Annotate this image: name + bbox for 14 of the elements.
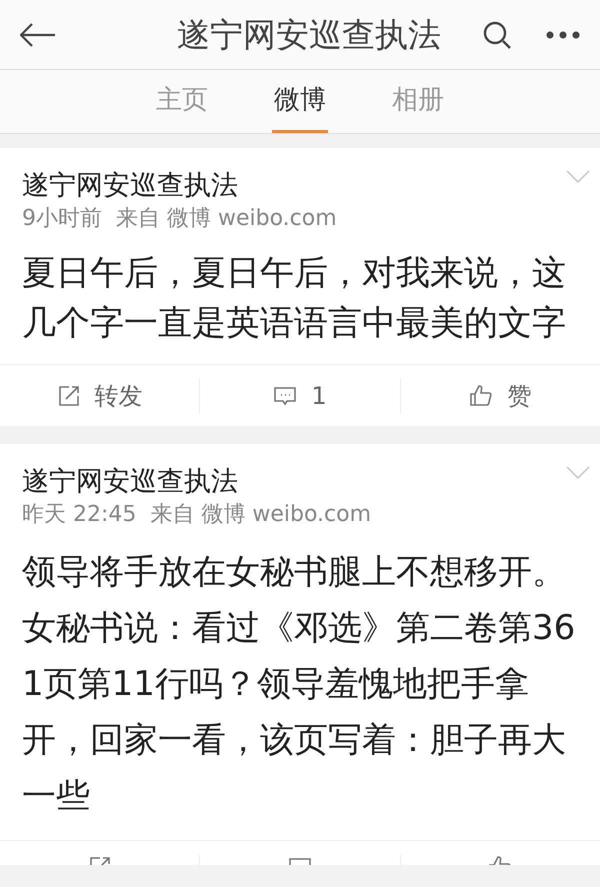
window-title: 遂宁网安巡查执法 <box>176 14 442 56</box>
comment-button[interactable]: 1 <box>273 378 327 414</box>
search-icon[interactable] <box>482 20 512 50</box>
repost-button[interactable]: 转发 <box>56 378 143 414</box>
like-button[interactable]: 赞 <box>469 378 532 414</box>
author-name: 遂宁网安巡查执法 <box>22 169 239 203</box>
post-text: 夏日午后，夏日午后，对我来说，这几个字一直是英语语言中最美的文字 <box>22 252 567 345</box>
more-icon[interactable] <box>546 30 580 38</box>
back-arrow-icon[interactable] <box>20 22 56 46</box>
post-meta: 昨天 22:45 来自 微博 weibo.com <box>22 501 372 529</box>
post-meta: 9小时前 来自 微博 weibo.com <box>22 205 338 233</box>
author-name: 遂宁网安巡查执法 <box>22 465 239 499</box>
tab[interactable]: 微博 <box>272 70 328 133</box>
post-text: 领导将手放在女秘书腿上不想移开。女秘书说：看过《邓选》第二卷第361页第11行吗？领导羞愧地把手拿开，回家一看，该页写着：胆子再大一些 <box>22 551 576 818</box>
